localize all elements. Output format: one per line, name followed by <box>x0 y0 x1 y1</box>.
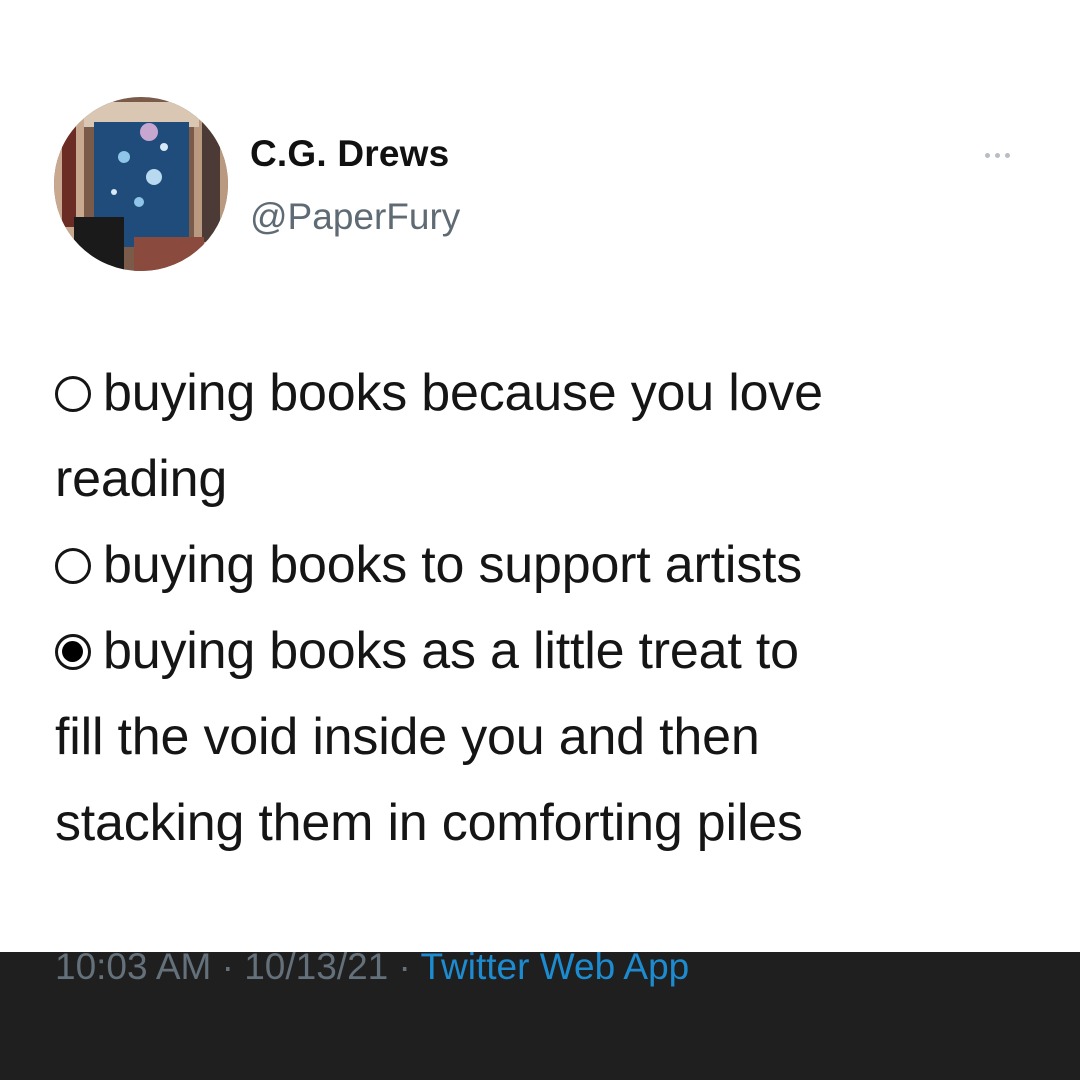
radio-unchecked-icon <box>55 548 91 584</box>
poll-option-2-text: buying books to support artists <box>103 536 803 594</box>
tweet-source[interactable]: Twitter Web App <box>421 946 690 987</box>
avatar[interactable] <box>54 97 228 271</box>
poll-option-1-continuation: reading <box>55 450 228 508</box>
author-handle[interactable]: @PaperFury <box>250 195 460 239</box>
dot <box>985 152 990 158</box>
avatar-image <box>54 97 228 271</box>
author-display-name[interactable]: C.G. Drews <box>250 132 449 176</box>
poll-option-3-continuation-2: stacking them in comforting piles <box>55 794 803 852</box>
poll-option-3-text: buying books as a little treat to <box>103 622 799 680</box>
tweet-date[interactable]: 10/13/21 <box>244 946 388 987</box>
tweet-card: C.G. Drews @PaperFury buying books becau… <box>0 0 1080 987</box>
screenshot-frame: C.G. Drews @PaperFury buying books becau… <box>0 0 1080 1080</box>
radio-checked-icon <box>55 634 91 670</box>
poll-option-2: buying books to support artists <box>55 522 1055 608</box>
more-options-icon[interactable] <box>985 150 1025 160</box>
tweet-metadata: 10:03 AM · 10/13/21 · Twitter Web App <box>55 943 689 991</box>
poll-option-1: buying books because you love <box>55 350 1055 436</box>
poll-option-3: buying books as a little treat to <box>55 608 1055 694</box>
dot <box>995 152 1000 158</box>
meta-separator: · <box>398 946 411 987</box>
poll-option-3-continuation-1: fill the void inside you and then <box>55 708 760 766</box>
radio-unchecked-icon <box>55 376 91 412</box>
tweet-text: buying books because you love reading bu… <box>55 350 1055 866</box>
dot <box>1005 152 1010 158</box>
tweet-time[interactable]: 10:03 AM <box>55 946 211 987</box>
meta-separator: · <box>221 946 234 987</box>
poll-option-1-text: buying books because you love <box>103 364 823 422</box>
